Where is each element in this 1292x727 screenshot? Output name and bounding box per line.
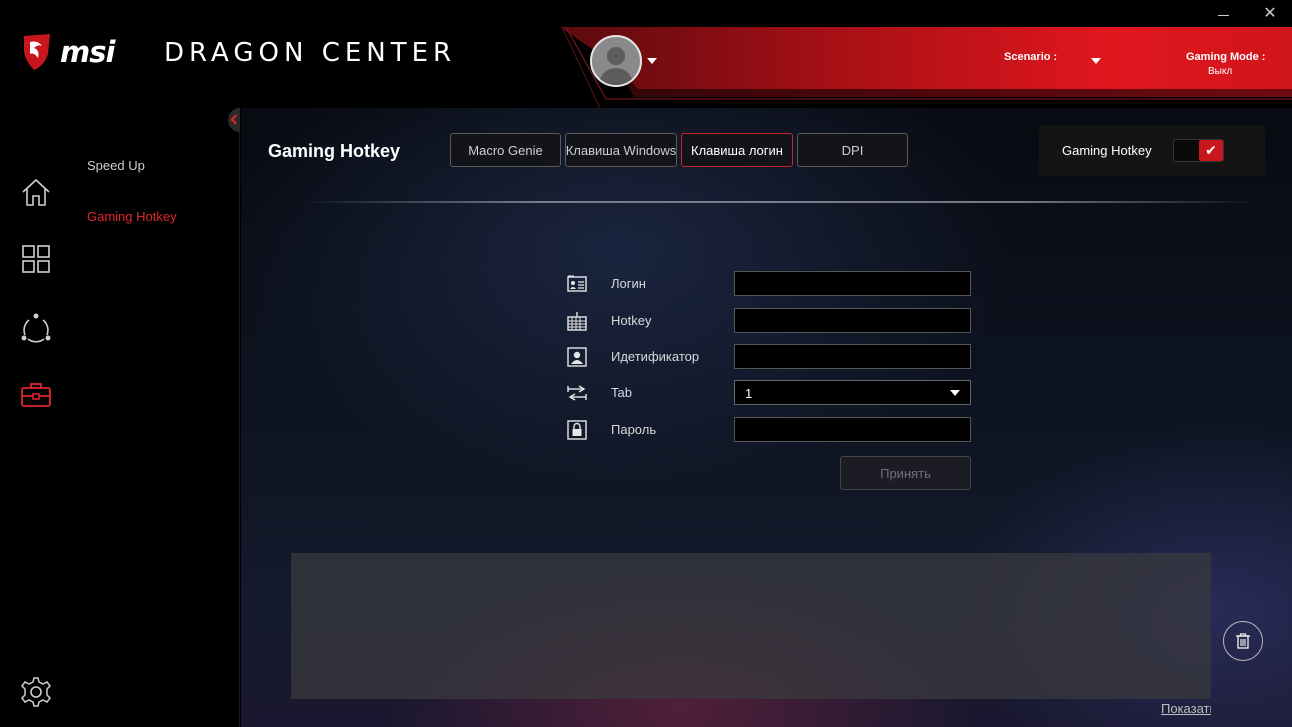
- scenario-label: Scenario :: [1004, 51, 1058, 63]
- tab-windows-key[interactable]: Клавиша Windows: [565, 133, 677, 167]
- app-title: DRAGON CENTER: [164, 38, 457, 68]
- avatar-dropdown-caret-icon[interactable]: [647, 58, 657, 64]
- apply-button[interactable]: Принять: [840, 456, 971, 490]
- tab-select[interactable]: 1: [734, 380, 971, 405]
- toolbox-icon[interactable]: [20, 378, 52, 410]
- section-divider: [301, 201, 1261, 203]
- tab-login-key[interactable]: Клавиша логин: [681, 133, 793, 167]
- gear-icon[interactable]: [20, 676, 52, 708]
- home-icon[interactable]: [20, 176, 52, 208]
- show-link[interactable]: Показать: [1161, 701, 1211, 716]
- msi-logo-text: msi: [60, 35, 115, 69]
- msi-dragon-logo-icon: [24, 34, 50, 70]
- submenu-panel: Speed Up Gaming Hotkey: [72, 108, 240, 727]
- main-content: Gaming Hotkey Macro Genie Клавиша Window…: [241, 108, 1292, 727]
- gaming-mode-label: Gaming Mode :: [1186, 51, 1266, 63]
- minimize-button[interactable]: [1216, 6, 1232, 22]
- saved-entries-list[interactable]: [291, 553, 1211, 699]
- submenu-item-gaming-hotkey[interactable]: Gaming Hotkey: [87, 209, 177, 224]
- tab-macro-genie[interactable]: Macro Genie: [450, 133, 561, 167]
- checkmark-icon: ✔: [1199, 140, 1223, 161]
- password-label: Пароль: [611, 422, 657, 437]
- tab-key-icon: [567, 385, 587, 401]
- password-input[interactable]: [734, 417, 971, 442]
- tab-label: Tab: [611, 385, 632, 400]
- form-row-login: Логин: [567, 271, 972, 297]
- user-id-icon: [567, 347, 587, 367]
- gaming-hotkey-toggle[interactable]: ✔: [1173, 139, 1224, 162]
- id-card-icon: [567, 275, 587, 292]
- tab-dpi[interactable]: DPI: [797, 133, 908, 167]
- keyboard-icon: [567, 312, 587, 331]
- form-row-password: Пароль: [567, 417, 972, 443]
- trash-icon: [1236, 633, 1250, 649]
- page-title: Gaming Hotkey: [268, 141, 401, 161]
- form-row-hotkey: Hotkey: [567, 308, 972, 334]
- identifier-label: Идетификатор: [611, 349, 700, 364]
- form-row-tab: Tab 1: [567, 380, 972, 406]
- network-icon[interactable]: [20, 311, 52, 343]
- delete-button[interactable]: [1223, 621, 1263, 661]
- gaming-mode-value[interactable]: Выкл: [1208, 66, 1232, 77]
- grid-icon[interactable]: [20, 243, 52, 275]
- icon-sidebar: [0, 108, 72, 727]
- gaming-hotkey-panel: Gaming Hotkey ✔: [1039, 125, 1265, 176]
- hotkey-label: Hotkey: [611, 313, 652, 328]
- close-button[interactable]: ✕: [1262, 6, 1278, 22]
- hotkey-input[interactable]: [734, 308, 971, 333]
- submenu-item-speed-up[interactable]: Speed Up: [87, 158, 145, 173]
- scenario-dropdown-caret-icon[interactable]: [1091, 58, 1101, 64]
- user-avatar[interactable]: [590, 35, 642, 87]
- gaming-hotkey-toggle-label: Gaming Hotkey: [1062, 143, 1152, 158]
- login-label: Логин: [611, 276, 646, 291]
- form-row-identifier: Идетификатор: [567, 344, 972, 370]
- login-input[interactable]: [734, 271, 971, 296]
- identifier-input[interactable]: [734, 344, 971, 369]
- title-bar: msi DRAGON CENTER Scenario : Gaming Mode…: [0, 0, 1292, 108]
- lock-icon: [567, 420, 587, 440]
- header-red-banner: [560, 27, 1292, 108]
